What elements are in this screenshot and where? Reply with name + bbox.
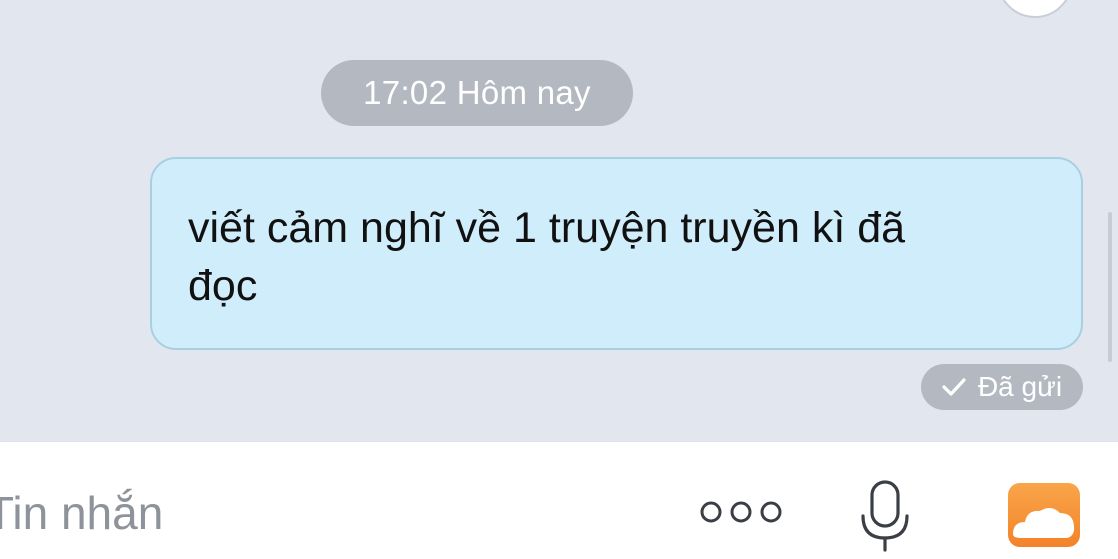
- sent-message-bubble[interactable]: viết cảm nghĩ về 1 truyện truyền kì đã đ…: [150, 157, 1083, 350]
- photo-gallery-button[interactable]: [1007, 482, 1081, 548]
- more-options-button[interactable]: [698, 492, 784, 536]
- message-input[interactable]: [0, 478, 586, 548]
- message-text-line-1: viết cảm nghĩ về 1 truyện truyền kì đã: [188, 204, 906, 252]
- timestamp-badge: 17:02 Hôm nay: [321, 60, 633, 126]
- scrollbar[interactable]: [1108, 212, 1112, 362]
- sent-status-badge: Đã gửi: [921, 364, 1083, 410]
- message-input-bar: [0, 441, 1118, 559]
- more-dots-icon: [698, 498, 784, 531]
- message-list[interactable]: 17:02 Hôm nay viết cảm nghĩ về 1 truyện …: [0, 0, 1118, 441]
- microphone-icon: [855, 480, 915, 558]
- sent-status-text: Đã gửi: [977, 371, 1063, 402]
- scroll-to-bottom-button[interactable]: [997, 0, 1073, 18]
- voice-message-button[interactable]: [855, 478, 915, 554]
- chat-screen: 17:02 Hôm nay viết cảm nghĩ về 1 truyện …: [0, 0, 1118, 559]
- photo-gallery-icon: [1007, 483, 1081, 552]
- message-text-line-2: đọc: [188, 262, 258, 310]
- checkmark-icon: [942, 377, 966, 397]
